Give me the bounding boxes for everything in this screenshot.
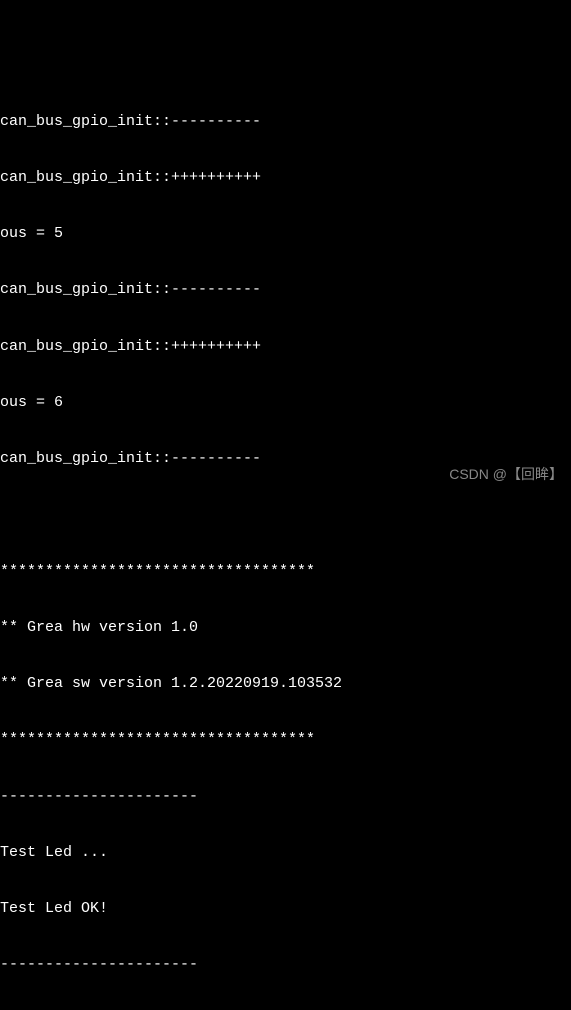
log-line: can_bus_gpio_init::++++++++++ [0, 169, 571, 188]
log-line: *********************************** [0, 731, 571, 750]
log-line: ** Grea hw version 1.0 [0, 619, 571, 638]
log-line: ---------------------- [0, 788, 571, 807]
log-line: ous = 5 [0, 225, 571, 244]
log-line: can_bus_gpio_init::---------- [0, 281, 571, 300]
log-line: can_bus_gpio_init::---------- [0, 113, 571, 132]
log-line: Test Led OK! [0, 900, 571, 919]
log-line: can_bus_gpio_init::---------- [0, 450, 571, 469]
log-line [0, 506, 571, 525]
log-line: Test Led ... [0, 844, 571, 863]
terminal-output: can_bus_gpio_init::---------- can_bus_gp… [0, 75, 571, 1010]
log-line: ** Grea sw version 1.2.20220919.103532 [0, 675, 571, 694]
log-line: *********************************** [0, 563, 571, 582]
log-line: ---------------------- [0, 956, 571, 975]
log-line: ous = 6 [0, 394, 571, 413]
log-line: can_bus_gpio_init::++++++++++ [0, 338, 571, 357]
